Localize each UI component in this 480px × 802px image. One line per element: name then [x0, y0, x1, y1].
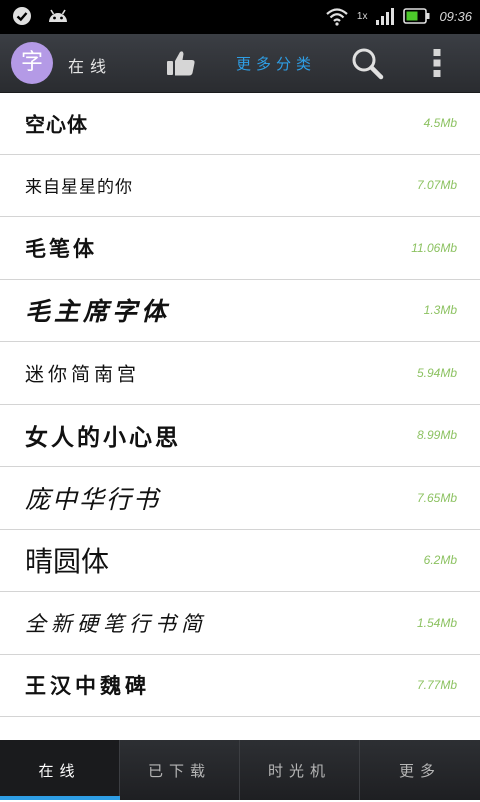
font-list-item[interactable]: 毛笔体 11.06Mb	[0, 217, 480, 280]
bottom-nav: 在线 已下载 时光机 更多	[0, 740, 480, 800]
font-name: 迷你简南宫	[25, 363, 141, 386]
online-tab-label[interactable]: 在线	[68, 53, 112, 77]
font-name: 王汉中魏碑	[25, 673, 150, 699]
font-list-item[interactable]: 全新硬笔行书简 1.54Mb	[0, 592, 480, 655]
notification-icons	[12, 6, 70, 26]
font-name: 女人的小心思	[25, 425, 181, 452]
check-circle-icon	[13, 7, 31, 25]
font-name: 毛主席字体	[25, 297, 171, 327]
more-categories-tab[interactable]: 更多分类	[236, 53, 316, 74]
thumbs-up-icon[interactable]	[166, 49, 196, 77]
overflow-menu-icon[interactable]	[432, 48, 442, 78]
status-bar: 1x 09:36	[0, 0, 480, 34]
tab-downloaded[interactable]: 已下载	[120, 740, 240, 800]
tab-online[interactable]: 在线	[0, 740, 120, 800]
signal-icon	[376, 8, 395, 25]
network-type-label: 1x	[356, 10, 368, 22]
font-file-size: 6.2Mb	[423, 553, 457, 568]
android-icon	[49, 9, 67, 22]
font-file-size: 7.65Mb	[416, 490, 457, 505]
font-list-item[interactable]: 晴圆体 6.2Mb	[0, 530, 480, 592]
font-name: 空心体	[25, 112, 88, 137]
font-file-size: 7.07Mb	[416, 178, 457, 193]
font-file-size: 11.06Mb	[411, 240, 457, 255]
font-file-size: 8.99Mb	[416, 428, 457, 443]
font-list-item[interactable]: 女人的小心思 8.99Mb	[0, 405, 480, 467]
font-list-item[interactable]: 毛主席字体 1.3Mb	[0, 280, 480, 342]
app-logo[interactable]: 字	[11, 42, 53, 84]
font-list-item[interactable]: 王汉中魏碑 7.77Mb	[0, 655, 480, 717]
font-list-item[interactable]: 迷你简南宫 5.94Mb	[0, 342, 480, 405]
system-status: 1x 09:36	[325, 6, 472, 26]
font-file-size: 4.5Mb	[423, 115, 457, 130]
status-time: 09:36	[439, 8, 472, 24]
font-file-size: 1.54Mb	[416, 615, 457, 630]
font-name: 来自星星的你	[25, 177, 133, 198]
app-bar: 字 在线 更多分类	[0, 34, 480, 93]
font-name: 毛笔体	[25, 235, 97, 261]
font-file-size: 5.94Mb	[416, 365, 457, 380]
font-list: 空心体 4.5Mb 来自星星的你 7.07Mb 毛笔体 11.06Mb 毛主席字…	[0, 92, 480, 717]
font-list-item[interactable]: 庞中华行书 7.65Mb	[0, 467, 480, 530]
font-file-size: 1.3Mb	[423, 303, 457, 318]
font-list-item[interactable]: 来自星星的你 7.07Mb	[0, 155, 480, 217]
tab-more[interactable]: 更多	[360, 740, 480, 800]
font-name: 晴圆体	[25, 545, 110, 579]
tab-time-machine[interactable]: 时光机	[240, 740, 360, 800]
font-file-size: 7.77Mb	[416, 678, 457, 693]
font-list-item[interactable]: 空心体 4.5Mb	[0, 92, 480, 155]
font-name: 全新硬笔行书简	[25, 611, 207, 636]
wifi-icon	[326, 8, 348, 26]
font-name: 庞中华行书	[25, 484, 161, 514]
search-icon[interactable]	[350, 46, 384, 80]
battery-icon	[403, 8, 430, 24]
